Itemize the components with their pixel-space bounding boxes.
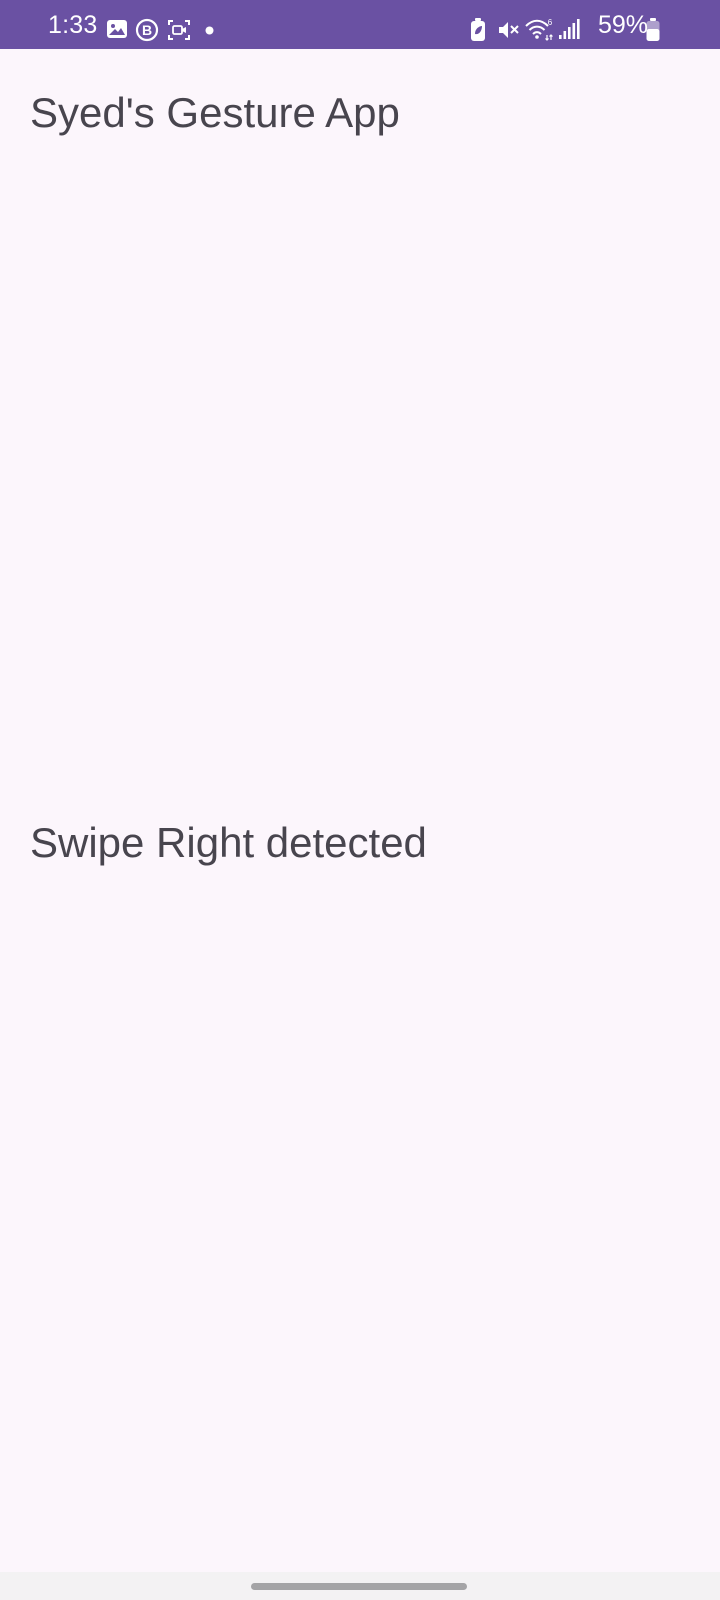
battery-percentage: 59% [598,11,649,39]
wifi-6-icon: 6 [525,18,553,41]
status-bar: 1:33 B 6 59% [0,0,720,49]
battery-saver-icon [471,18,485,41]
status-time: 1:33 [48,11,98,39]
svg-text:6: 6 [548,18,553,27]
navigation-bar [0,1572,720,1600]
gesture-handle[interactable] [251,1583,467,1590]
app-title: Syed's Gesture App [30,89,400,136]
screen-record-icon [168,20,190,40]
signal-icon [559,19,580,39]
gesture-status-text: Swipe Right detected [30,819,427,866]
mute-icon [499,22,519,38]
gallery-icon [107,20,127,38]
battery-icon [646,18,660,41]
notification-dot-icon [205,26,214,35]
business-b-icon: B [135,18,159,42]
svg-text:B: B [142,22,152,38]
